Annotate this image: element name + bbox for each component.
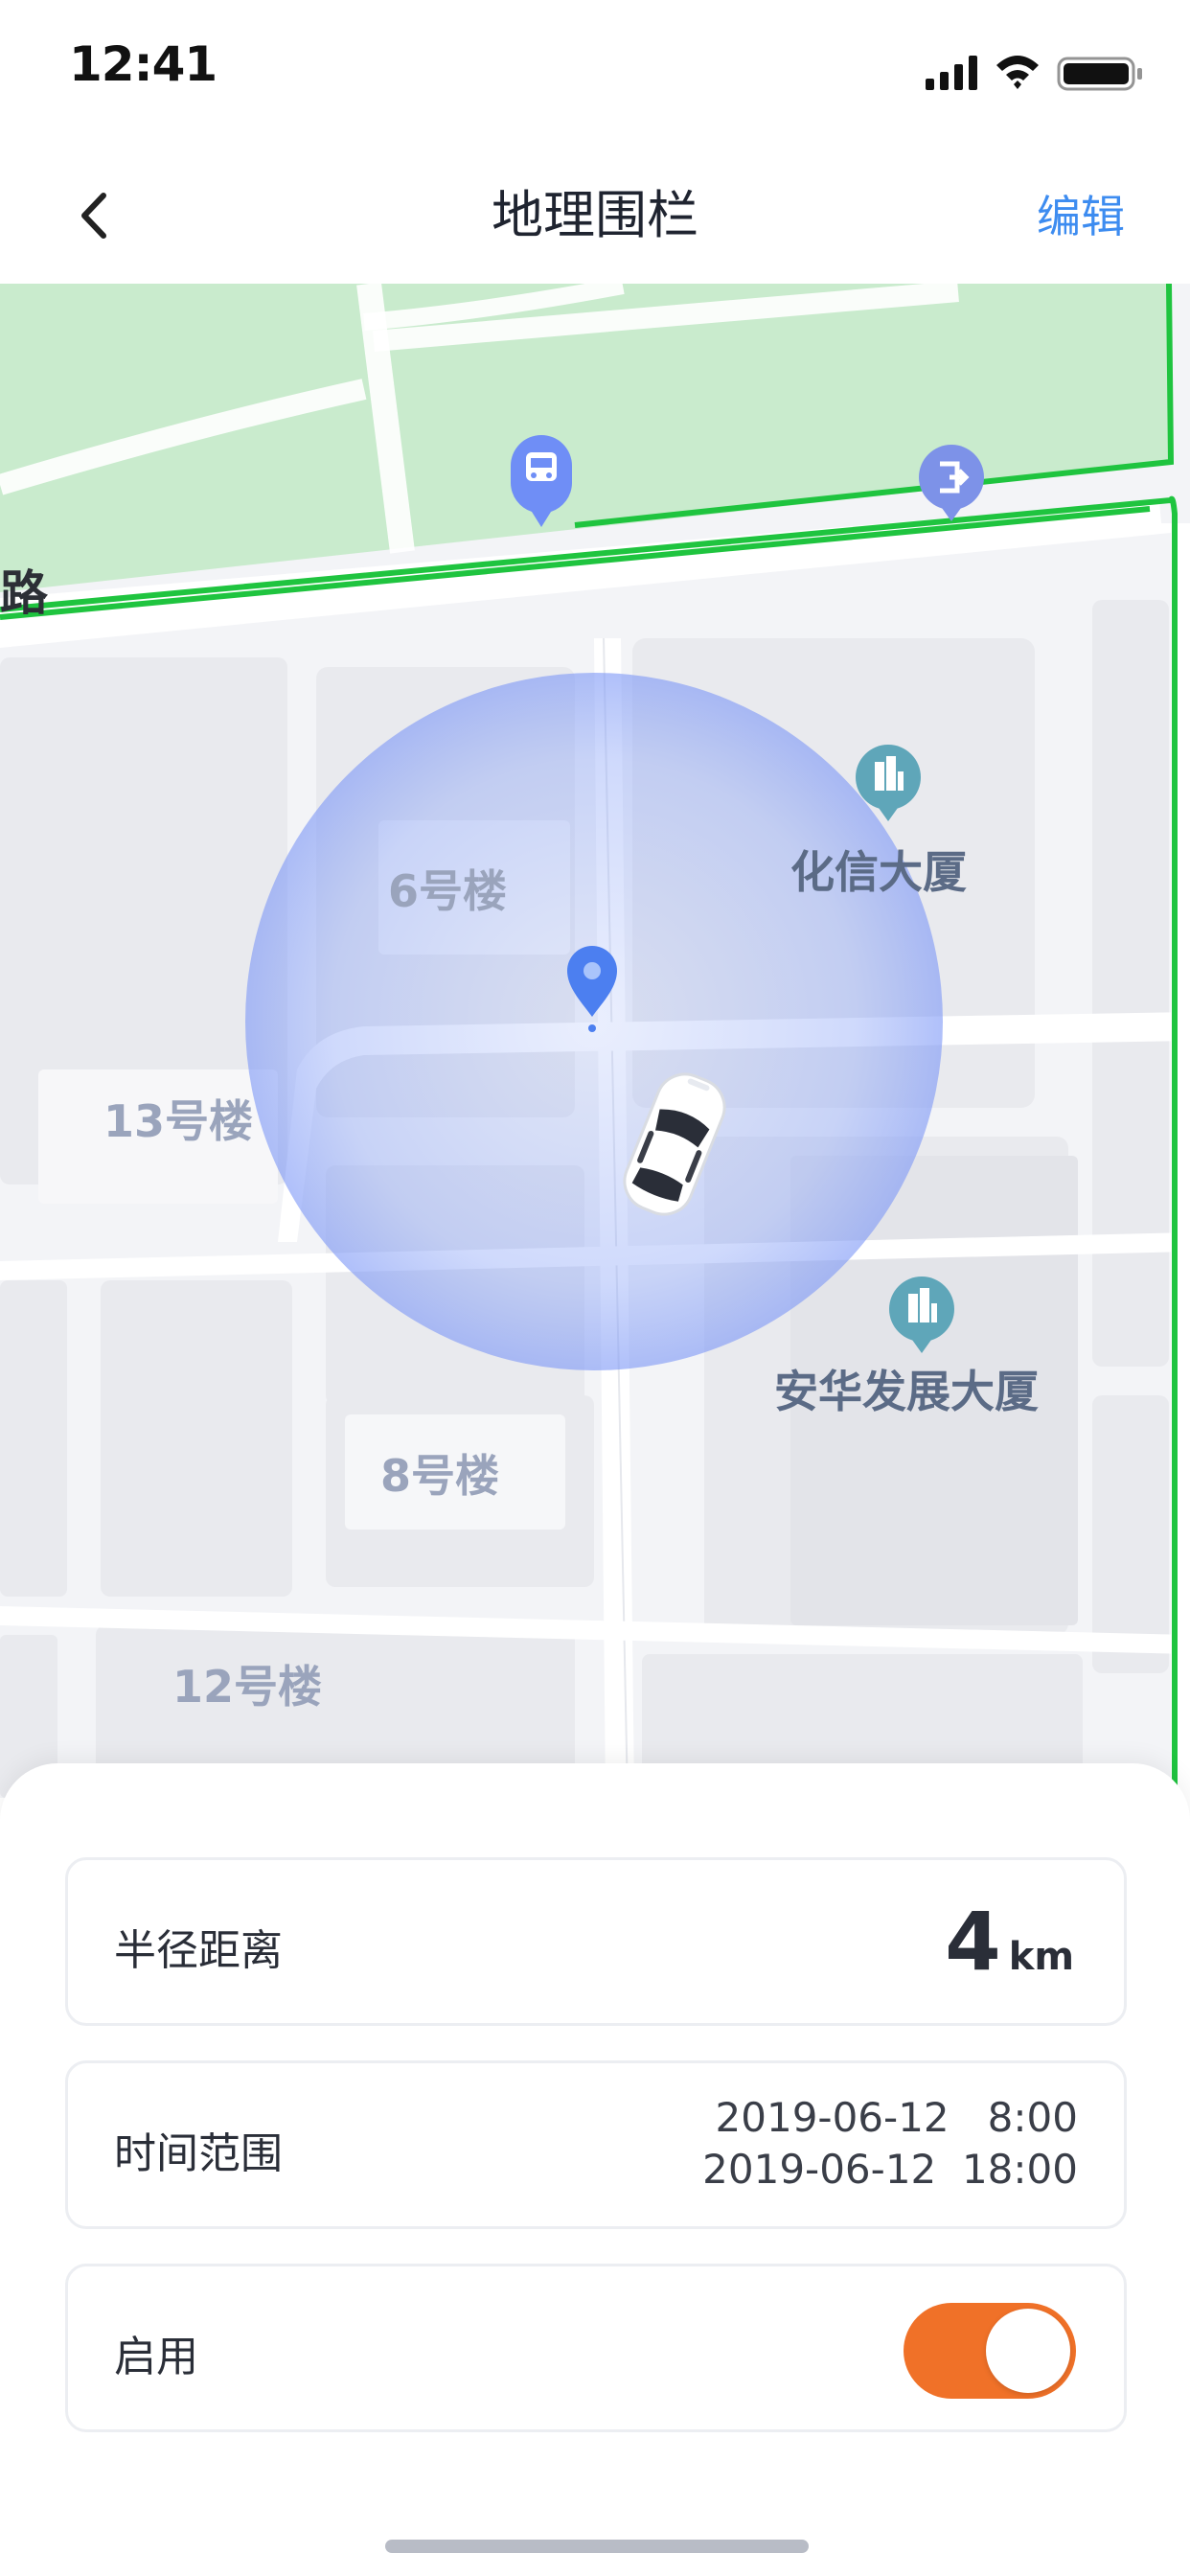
nav-bar: 地理围栏 编辑 bbox=[0, 144, 1190, 284]
map-label-building-12: 12号楼 bbox=[172, 1661, 322, 1713]
radius-number: 4 bbox=[945, 1895, 1001, 1989]
map-view[interactable]: 路 6号楼 13号楼 8号楼 12号楼 化信大厦 安华发展大厦 bbox=[0, 284, 1190, 1798]
time-range-start: 2019-06-12 8:00 bbox=[715, 2094, 1078, 2141]
enable-toggle[interactable] bbox=[904, 2303, 1076, 2399]
map-label-building-8: 8号楼 bbox=[380, 1450, 499, 1502]
map-road-label: 路 bbox=[0, 565, 49, 621]
radius-card[interactable]: 半径距离 4 km bbox=[65, 1857, 1127, 2026]
radius-value: 4 km bbox=[945, 1895, 1074, 1989]
status-icons bbox=[926, 56, 1142, 91]
geofence-circle bbox=[245, 673, 943, 1370]
enable-label: 启用 bbox=[114, 2333, 198, 2381]
page-title: 地理围栏 bbox=[492, 185, 698, 245]
time-range-label: 时间范围 bbox=[114, 2129, 283, 2178]
map-label-building-6: 6号楼 bbox=[388, 865, 507, 917]
status-time: 12:41 bbox=[69, 36, 217, 92]
edit-button[interactable]: 编辑 bbox=[1037, 182, 1125, 245]
radius-label: 半径距离 bbox=[114, 1926, 283, 1975]
wifi-icon bbox=[996, 56, 1039, 89]
signal-icon bbox=[926, 56, 977, 90]
radius-unit: km bbox=[1008, 1935, 1074, 1979]
time-range-card[interactable]: 时间范围 2019-06-12 8:00 2019-06-12 18:00 bbox=[65, 2060, 1127, 2229]
settings-sheet: 半径距离 4 km 时间范围 2019-06-12 8:00 2019-06-12… bbox=[0, 1763, 1190, 2576]
map-label-poi-anhua[interactable]: 安华发展大厦 bbox=[774, 1366, 1039, 1417]
time-range-values: 2019-06-12 8:00 2019-06-12 18:00 bbox=[702, 2092, 1078, 2196]
map-canvas[interactable]: 路 6号楼 13号楼 8号楼 12号楼 化信大厦 安华发展大厦 bbox=[0, 284, 1190, 1798]
time-range-end: 2019-06-12 18:00 bbox=[702, 2146, 1078, 2193]
status-bar: 12:41 bbox=[0, 0, 1190, 144]
battery-icon bbox=[1057, 57, 1142, 91]
toggle-knob bbox=[986, 2309, 1070, 2393]
map-label-building-13: 13号楼 bbox=[103, 1095, 253, 1147]
map-label-poi-huaxin[interactable]: 化信大厦 bbox=[790, 846, 967, 898]
home-indicator bbox=[385, 2540, 809, 2553]
enable-card: 启用 bbox=[65, 2264, 1127, 2432]
